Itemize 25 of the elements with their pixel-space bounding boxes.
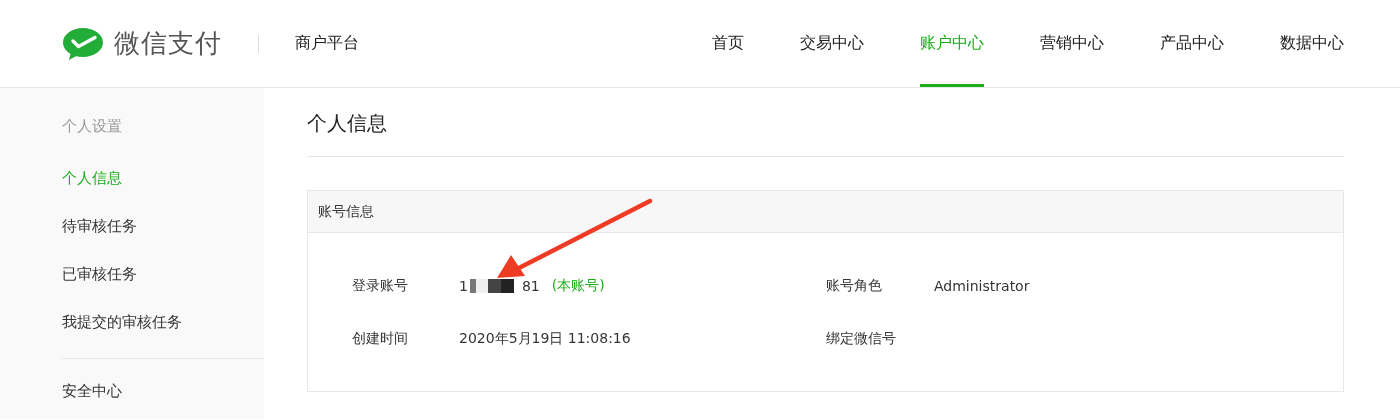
platform-name: 商户平台 [295,33,359,54]
page-title: 个人信息 [307,108,1344,157]
sidebar-item[interactable]: 安全中心 [62,367,264,415]
logo-text: 微信支付 [114,27,222,60]
nav-tab[interactable]: 产品中心 [1160,0,1224,87]
sidebar-item[interactable]: 待审核任务 [62,202,264,250]
account-value: 81 [521,278,540,294]
field-label: 创建时间 [352,330,409,348]
current-account-tag: (本账号) [551,277,605,295]
field-label: 绑定微信号 [826,330,897,348]
account-value: 1 [459,278,468,294]
field-value: Administrator [934,278,1031,294]
panel-title: 账号信息 [308,191,1343,233]
redaction-block [469,279,514,293]
nav-tab[interactable]: 营销中心 [1040,0,1104,87]
field-label: 登录账号 [352,277,409,295]
logo-icon [62,26,104,61]
sidebar-heading: 个人设置 [62,116,123,137]
nav-tab[interactable]: 交易中心 [800,0,864,87]
nav-tab[interactable]: 首页 [712,0,744,87]
sidebar-item[interactable]: 我提交的审核任务 [62,298,264,346]
nav-tab[interactable]: 数据中心 [1280,0,1344,87]
field-label: 账号角色 [826,277,883,295]
field-value: 2020年5月19日 11:08:16 [459,330,632,348]
sidebar-item[interactable]: 已审核任务 [62,250,264,298]
